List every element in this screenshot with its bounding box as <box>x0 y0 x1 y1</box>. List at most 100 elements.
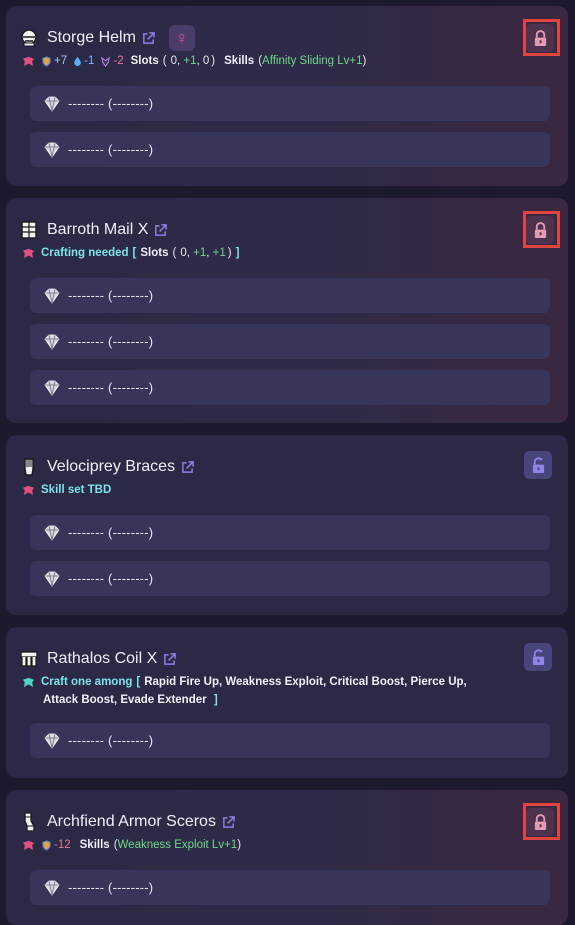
decoration-icon <box>42 378 62 398</box>
decoration-slot-text: -------- (--------) <box>68 288 154 303</box>
decoration-slot-text: -------- (--------) <box>68 571 154 586</box>
decoration-type-icon <box>22 485 35 496</box>
external-link-icon[interactable] <box>154 224 167 237</box>
dragon-icon <box>100 56 111 67</box>
armor-title-row: Storge Helm ♀ <box>19 25 195 51</box>
decoration-slot-text: -------- (--------) <box>68 880 154 895</box>
paren-close: ) <box>237 839 242 851</box>
decoration-slot-text: -------- (--------) <box>68 733 154 748</box>
slot-2: +1 <box>183 55 197 67</box>
skill-text: Weakness Exploit Lv+1 <box>117 839 238 851</box>
decoration-type-icon <box>22 56 35 67</box>
slots-close: ) <box>211 55 216 67</box>
armor-title-row: Archfiend Armor Sceros <box>19 810 235 834</box>
bracket-close: ] <box>213 694 218 706</box>
external-link-icon[interactable] <box>181 461 194 474</box>
water-icon <box>73 56 82 66</box>
slot-1: 0 <box>170 55 177 67</box>
female-icon: ♀ <box>168 25 195 51</box>
water-res-value: -1 <box>84 55 95 67</box>
decoration-icon <box>42 94 62 114</box>
decoration-slot[interactable]: -------- (--------) <box>30 86 550 121</box>
defense-icon <box>41 840 52 851</box>
lock-highlight <box>523 211 560 248</box>
armor-info-row: Crafting needed [ Slots ( 0, +1, +1 ) ] <box>22 247 239 259</box>
slot-1: 0 <box>180 247 187 259</box>
dragon-res-value: -2 <box>113 55 124 67</box>
decoration-slot[interactable]: -------- (--------) <box>30 561 550 596</box>
armor-title-row: Velociprey Braces <box>19 455 194 479</box>
craft-options-row: Craft one among [ Rapid Fire Up, Weaknes… <box>22 673 492 709</box>
decoration-icon <box>42 286 62 306</box>
armor-title-row: Barroth Mail X <box>19 218 167 242</box>
legs-icon <box>24 812 35 832</box>
lock-highlight <box>523 803 560 840</box>
paren-close: ) <box>362 55 367 67</box>
decoration-slot-text: -------- (--------) <box>68 525 154 540</box>
external-link-icon[interactable] <box>222 816 235 829</box>
slot-3: +1 <box>212 247 226 259</box>
defense-value: +7 <box>54 55 68 67</box>
craft-label: Craft one among <box>41 676 133 688</box>
decoration-type-icon <box>22 248 35 259</box>
slot-2: +1 <box>193 247 207 259</box>
slots-close: ) <box>227 247 232 259</box>
defense-value: -12 <box>54 839 71 851</box>
helm-icon <box>21 29 37 47</box>
waist-icon <box>20 651 38 667</box>
decoration-icon <box>42 523 62 543</box>
armor-card-waist: Rathalos Coil X Craft one among [ Rapid … <box>6 627 568 778</box>
lock-highlight <box>523 19 560 56</box>
armor-name[interactable]: Archfiend Armor Sceros <box>47 813 216 831</box>
armor-title-row: Rathalos Coil X <box>19 647 176 671</box>
decoration-slot[interactable]: -------- (--------) <box>30 278 550 313</box>
armor-info-row: +7 -1 -2 Slots ( 0, +1, 0 ) Skills (Affi… <box>22 55 366 67</box>
lock-button[interactable] <box>524 643 552 671</box>
decoration-slot-text: -------- (--------) <box>68 380 154 395</box>
bracket-close: ] <box>235 247 240 259</box>
decoration-slot[interactable]: -------- (--------) <box>30 515 550 550</box>
crafting-label: Crafting needed <box>41 247 129 259</box>
bracket-open: [ <box>132 247 137 259</box>
decoration-icon <box>42 140 62 160</box>
slot-3: 0 <box>202 55 210 67</box>
bracket-open: [ <box>136 676 141 688</box>
decoration-icon <box>42 569 62 589</box>
arms-icon <box>24 458 34 476</box>
decoration-icon <box>42 332 62 352</box>
slots-label: Slots <box>130 55 159 67</box>
armor-name[interactable]: Barroth Mail X <box>47 221 148 239</box>
slots-open: ( <box>172 247 177 259</box>
unlock-icon <box>531 649 546 666</box>
external-link-icon[interactable] <box>163 653 176 666</box>
decoration-type-icon <box>22 677 35 688</box>
decoration-slot[interactable]: -------- (--------) <box>30 870 550 905</box>
skills-label: Skills <box>79 839 110 851</box>
external-link-icon[interactable] <box>142 32 155 45</box>
slots-label: Slots <box>140 247 169 259</box>
skill-text: Affinity Sliding Lv+1 <box>262 55 363 67</box>
armor-name[interactable]: Storge Helm <box>47 29 136 47</box>
armor-card-arms: Velociprey Braces Skill set TBD --------… <box>6 435 568 615</box>
decoration-slot[interactable]: -------- (--------) <box>30 370 550 405</box>
skill-set-label: Skill set TBD <box>41 484 112 496</box>
unlock-icon <box>531 457 546 474</box>
craft-options-line2: Attack Boost, Evade Extender <box>43 694 207 706</box>
decoration-slot-text: -------- (--------) <box>68 334 154 349</box>
armor-card-chest: Barroth Mail X Crafting needed [ Slots (… <box>6 198 568 423</box>
armor-info-row: Skill set TBD <box>22 484 111 496</box>
decoration-slot-text: -------- (--------) <box>68 96 154 111</box>
decoration-slot[interactable]: -------- (--------) <box>30 723 550 758</box>
lock-button[interactable] <box>524 451 552 479</box>
decoration-slot-text: -------- (--------) <box>68 142 154 157</box>
armor-name[interactable]: Velociprey Braces <box>47 458 175 476</box>
armor-card-legs: Archfiend Armor Sceros -12 Skills (Weakn… <box>6 790 568 925</box>
decoration-slot[interactable]: -------- (--------) <box>30 324 550 359</box>
craft-options-line1: Rapid Fire Up, Weakness Exploit, Critica… <box>144 676 467 688</box>
decoration-type-icon <box>22 840 35 851</box>
skills-label: Skills <box>224 55 255 67</box>
decoration-icon <box>42 878 62 898</box>
armor-name[interactable]: Rathalos Coil X <box>47 650 157 668</box>
decoration-slot[interactable]: -------- (--------) <box>30 132 550 167</box>
decoration-icon <box>42 731 62 751</box>
